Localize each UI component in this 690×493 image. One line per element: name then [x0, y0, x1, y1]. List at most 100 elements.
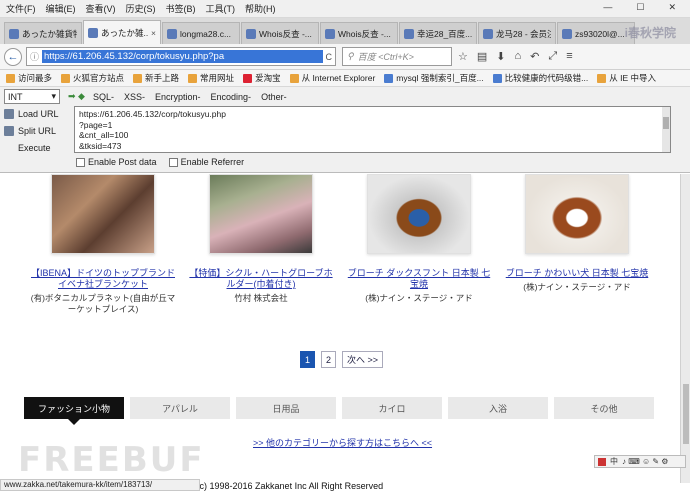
product-image[interactable]	[51, 174, 155, 254]
page-2-button[interactable]: 2	[321, 351, 337, 368]
ime-tool-icons: ♪ ⌨ ☺ ✎ ⚙	[622, 457, 669, 466]
fullscreen-icon[interactable]: ⤢	[548, 50, 557, 63]
product-link[interactable]: 【特価】シクル・ハートグローブホルダー(巾着付き)	[186, 268, 336, 290]
reload-icon[interactable]: C	[326, 52, 333, 62]
maximize-button[interactable]: ☐	[636, 2, 644, 13]
browser-tab[interactable]: 龙马28 - 会员注册...	[478, 22, 556, 44]
product-image[interactable]	[209, 174, 313, 254]
bookmark-icon	[61, 73, 71, 83]
bookmark-item[interactable]: 从 IE 中导入	[597, 72, 656, 84]
bookmark-item[interactable]: 比较健康的代码级错...	[492, 72, 588, 84]
menu-tools[interactable]: 工具(T)	[206, 2, 236, 15]
bookmark-icon	[6, 73, 15, 83]
hackbar-url-textarea[interactable]: https://61.206.45.132/corp/tokusyu.php ?…	[74, 106, 671, 153]
bookmark-item[interactable]: 火狐官方站点	[61, 72, 124, 84]
browser-tab-active[interactable]: あったか雑... ×	[83, 20, 161, 44]
bookmark-item[interactable]: 新手上路	[133, 72, 179, 84]
bookmark-item[interactable]: 常用网址	[188, 72, 234, 84]
bookmark-icon	[243, 73, 253, 83]
page-content: 【IBENA】ドイツのトップブランド イベナ社ブランケット (有)ボタニカルプラ…	[0, 174, 680, 483]
download-icon[interactable]: ⬇	[496, 50, 505, 63]
product-card: ブローチ かわいい犬 日本製 七宝焼 (株)ナイン・ステージ・アド	[502, 174, 652, 293]
tab-bar: あったか雑貨特... あったか雑...× longma28.c... Whois…	[0, 18, 690, 44]
next-page-button[interactable]: 次へ >>	[342, 351, 384, 368]
tab-other[interactable]: その他	[554, 397, 654, 419]
hackbar-panel: INT ▾ ➡ ◆ SQL- XSS- Encryption- Encoding-…	[0, 87, 690, 173]
product-link[interactable]: ブローチ ダックスフント 日本製 七宝焼	[344, 268, 494, 290]
execute-button[interactable]: Execute	[4, 141, 59, 155]
split-url-button[interactable]: Split URL	[4, 124, 59, 138]
favicon-icon	[562, 28, 572, 39]
sql-menu[interactable]: SQL-	[93, 92, 114, 102]
home-icon[interactable]: ⌂	[515, 50, 522, 63]
menu-history[interactable]: 历史(S)	[126, 2, 156, 15]
menu-icon[interactable]: ≡	[566, 50, 572, 63]
product-image[interactable]	[367, 174, 471, 254]
url-bar[interactable]: ⓘ https://61.206.45.132/corp/tokusyu.php…	[26, 47, 336, 66]
browser-tab[interactable]: Whois反查 -...	[241, 22, 319, 44]
other-categories-link[interactable]: >> 他のカテゴリーから探す方はこちらへ <<	[253, 436, 432, 449]
watermark: FREEBUF	[18, 440, 205, 480]
menu-help[interactable]: 帮助(H)	[245, 2, 276, 15]
product-link[interactable]: 【IBENA】ドイツのトップブランド イベナ社ブランケット	[28, 268, 178, 290]
menu-edit[interactable]: 编辑(E)	[46, 2, 76, 15]
load-url-button[interactable]: Load URL	[4, 107, 59, 121]
tab-close-icon[interactable]: ×	[151, 28, 156, 38]
encryption-menu[interactable]: Encryption-	[155, 92, 201, 102]
copyright-text: yright (c) 1998-2016 Zakkanet Inc All Ri…	[172, 481, 384, 491]
enable-post-checkbox[interactable]: Enable Post data	[76, 157, 157, 167]
favicon-icon	[9, 28, 19, 39]
product-image[interactable]	[525, 174, 629, 254]
bookmark-icon	[289, 73, 299, 83]
tab-daily-goods[interactable]: 日用品	[236, 397, 336, 419]
bookmark-item[interactable]: 访问最多	[6, 72, 52, 84]
search-icon: ⚲	[347, 51, 354, 61]
bookmark-item[interactable]: 从 Internet Explorer	[289, 72, 375, 84]
browser-tab[interactable]: zs93020l@...	[557, 22, 635, 44]
bookmark-icon	[597, 73, 607, 83]
page-1-button[interactable]: 1	[300, 351, 316, 368]
tab-fashion[interactable]: ファッション小物	[24, 397, 124, 425]
split-url-icon	[4, 126, 14, 136]
tab-apparel[interactable]: アパレル	[130, 397, 230, 419]
undo-icon[interactable]: ↶	[530, 50, 539, 63]
page-scrollbar[interactable]	[680, 174, 690, 483]
product-card: ブローチ ダックスフント 日本製 七宝焼 (株)ナイン・ステージ・アド	[344, 174, 494, 304]
tab-bath[interactable]: 入浴	[448, 397, 548, 419]
close-window-button[interactable]: ✕	[668, 2, 676, 13]
minimize-button[interactable]: —	[603, 2, 612, 13]
bookmark-item[interactable]: mysql 强制索引_百度...	[384, 72, 484, 84]
menu-bookmarks[interactable]: 书签(B)	[166, 2, 196, 15]
int-select[interactable]: INT ▾	[4, 89, 60, 104]
category-tabs: ファッション小物 アパレル 日用品 カイロ 入浴 その他	[24, 397, 654, 425]
bookmarks-bar: 访问最多 火狐官方站点 新手上路 常用网址 爱淘宝 从 Internet Exp…	[0, 70, 690, 87]
product-link[interactable]: ブローチ かわいい犬 日本製 七宝焼	[502, 268, 652, 279]
search-input[interactable]: ⚲ 百度 <Ctrl+K>	[342, 47, 452, 66]
ime-toolbar[interactable]: 中 ♪ ⌨ ☺ ✎ ⚙	[594, 455, 686, 468]
ime-logo-icon	[598, 457, 606, 466]
menu-view[interactable]: 查看(V)	[86, 2, 116, 15]
xss-menu[interactable]: XSS-	[124, 92, 145, 102]
bookmark-icon	[492, 73, 502, 83]
enable-referrer-checkbox[interactable]: Enable Referrer	[168, 157, 244, 167]
bookmark-item[interactable]: 爱淘宝	[243, 72, 281, 84]
encoding-menu[interactable]: Encoding-	[211, 92, 252, 102]
browser-tab[interactable]: longma28.c...	[162, 22, 240, 44]
back-button[interactable]: ←	[4, 47, 22, 66]
browser-tab[interactable]: Whois反查 -...	[320, 22, 398, 44]
reader-icon[interactable]: ▤	[477, 50, 487, 63]
favicon-icon	[88, 27, 98, 38]
tab-kairo[interactable]: カイロ	[342, 397, 442, 419]
textarea-scrollbar[interactable]	[662, 107, 670, 152]
other-menu[interactable]: Other-	[261, 92, 287, 102]
url-text[interactable]: https://61.206.45.132/corp/tokusyu.php?p…	[42, 50, 323, 63]
bookmark-star-icon[interactable]: ☆	[458, 50, 468, 63]
search-placeholder: 百度 <Ctrl+K>	[357, 52, 414, 62]
favicon-icon	[246, 28, 256, 39]
info-icon[interactable]: ⓘ	[30, 50, 39, 63]
browser-tab[interactable]: あったか雑貨特...	[4, 22, 82, 44]
menu-file[interactable]: 文件(F)	[6, 2, 36, 15]
tab-title: 龙马28 - 会员注册...	[496, 28, 551, 39]
hackbar-menus: SQL- XSS- Encryption- Encoding- Other-	[93, 92, 287, 102]
browser-tab[interactable]: 幸运28_百度...	[399, 22, 477, 44]
